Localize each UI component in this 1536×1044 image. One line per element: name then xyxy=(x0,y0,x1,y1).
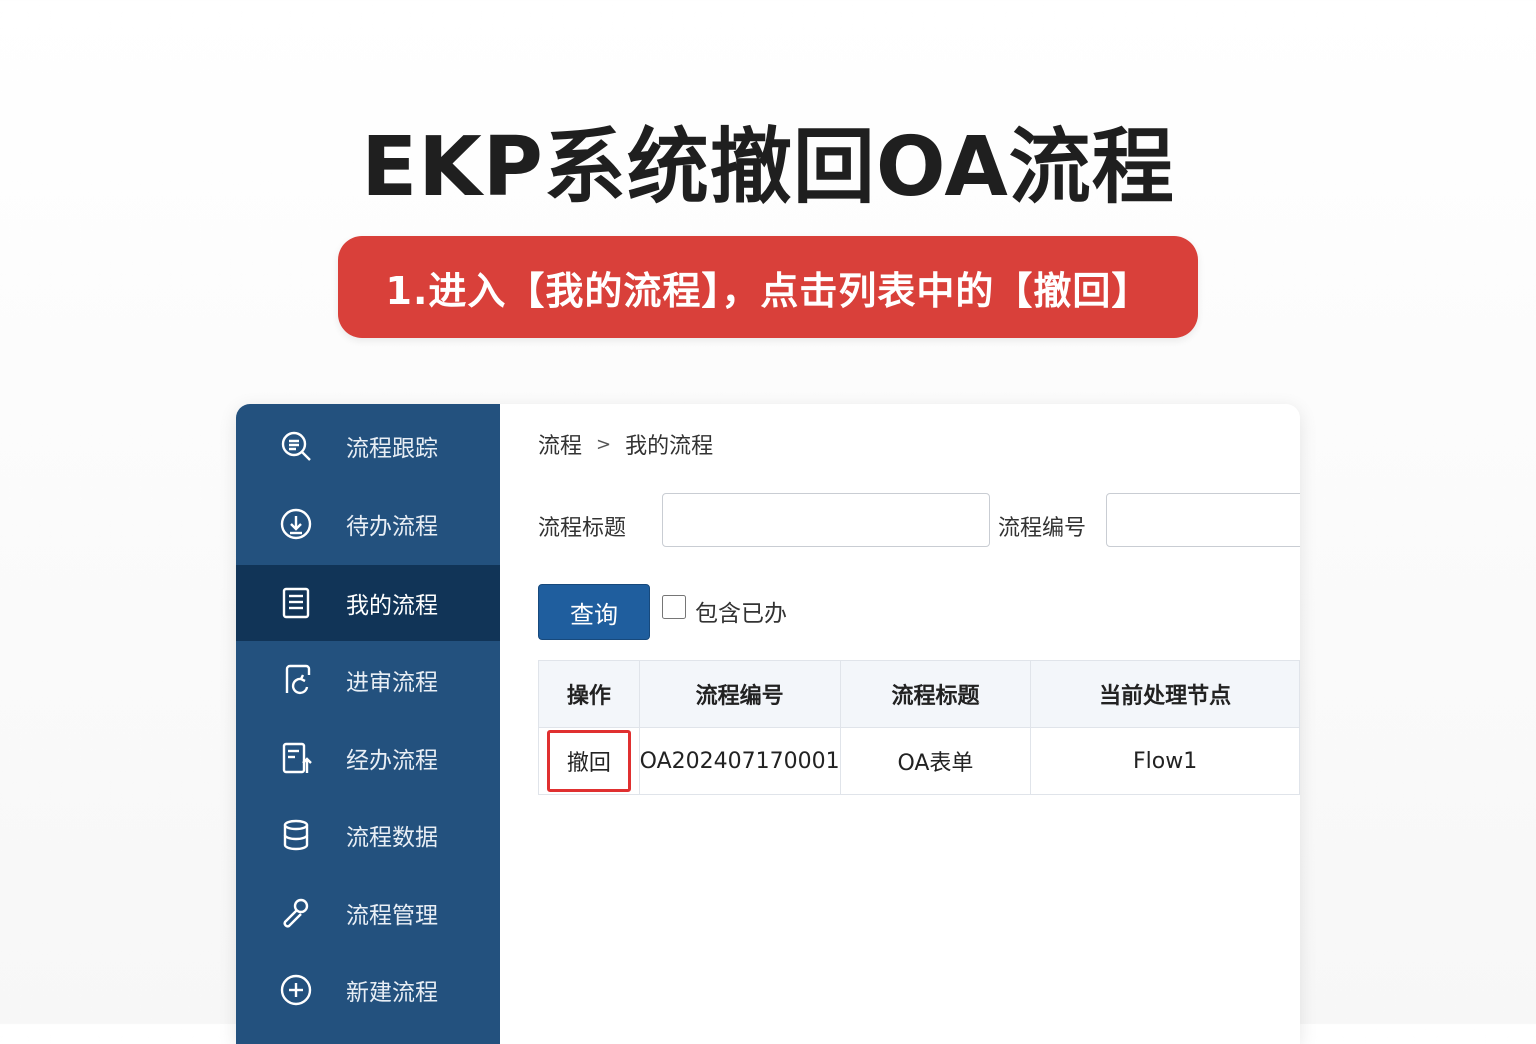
sidebar-item-review[interactable]: 进审流程 xyxy=(236,642,500,718)
upload-doc-icon xyxy=(278,740,314,776)
sidebar-item-label: 进审流程 xyxy=(346,670,438,696)
sidebar-item-tracking[interactable]: 流程跟踪 xyxy=(236,408,500,484)
process-number-cell: OA202407170001 xyxy=(638,727,841,795)
page-title: EKP系统撤回OA流程 xyxy=(361,120,1175,215)
sidebar-item-label: 待办流程 xyxy=(346,514,438,540)
include-done-label: 包含已办 xyxy=(695,601,787,627)
sidebar-item-my-process[interactable]: 我的流程 xyxy=(236,565,500,641)
sidebar-item-pending[interactable]: 待办流程 xyxy=(236,486,500,562)
table-row: 撤回 OA202407170001 OA表单 Flow1 xyxy=(538,727,1300,795)
number-filter-label: 流程编号 xyxy=(998,516,1087,541)
main-panel: 流程 > 我的流程 流程标题 流程编号 查询 包含已办 操作 流程编号 流程标题… xyxy=(500,404,1300,1044)
refresh-doc-icon xyxy=(278,662,314,698)
plus-circle-icon xyxy=(278,972,314,1008)
action-cell: 撤回 xyxy=(538,727,640,795)
breadcrumb-separator: > xyxy=(596,433,612,455)
revoke-button[interactable]: 撤回 xyxy=(546,730,631,792)
column-header-action: 操作 xyxy=(538,660,640,728)
number-filter-input[interactable] xyxy=(1106,493,1300,547)
column-header-number: 流程编号 xyxy=(638,660,841,728)
column-header-title: 流程标题 xyxy=(839,660,1032,728)
breadcrumb-root[interactable]: 流程 xyxy=(538,428,582,460)
step-banner: 1.进入【我的流程】，点击列表中的【撤回】 xyxy=(338,236,1198,338)
sidebar-item-label: 流程跟踪 xyxy=(346,436,438,462)
sidebar-item-label: 流程管理 xyxy=(346,903,438,929)
sidebar-item-data[interactable]: 流程数据 xyxy=(236,797,500,873)
sidebar-item-label: 新建流程 xyxy=(346,980,438,1006)
search-list-icon xyxy=(278,428,314,464)
title-filter-input[interactable] xyxy=(662,493,990,547)
table-header-row: 操作 流程编号 流程标题 当前处理节点 xyxy=(538,660,1300,728)
sidebar-item-handled[interactable]: 经办流程 xyxy=(236,720,500,796)
wrench-icon xyxy=(278,895,314,931)
sidebar-item-label: 流程数据 xyxy=(346,825,438,851)
current-node-cell: Flow1 xyxy=(1030,727,1300,795)
column-header-node: 当前处理节点 xyxy=(1030,660,1300,728)
database-icon xyxy=(278,817,314,853)
process-table: 操作 流程编号 流程标题 当前处理节点 撤回 OA202407170001 OA… xyxy=(538,660,1300,795)
download-circle-icon xyxy=(278,506,314,542)
sidebar-item-management[interactable]: 流程管理 xyxy=(236,875,500,951)
process-title-cell: OA表单 xyxy=(839,727,1032,795)
breadcrumb-current: 我的流程 xyxy=(625,434,714,459)
sidebar: 流程跟踪 待办流程 我的流程 进审流程 经办流程 流程数据 流程管理 新建流程 xyxy=(236,404,500,1044)
document-list-icon xyxy=(278,585,314,621)
sidebar-item-new[interactable]: 新建流程 xyxy=(236,952,500,1028)
app-window: 流程跟踪 待办流程 我的流程 进审流程 经办流程 流程数据 流程管理 新建流程 … xyxy=(236,404,1300,1044)
sidebar-item-label: 我的流程 xyxy=(346,593,438,619)
breadcrumb: 流程 > 我的流程 xyxy=(538,428,713,460)
include-done-checkbox[interactable] xyxy=(662,595,686,619)
title-filter-label: 流程标题 xyxy=(538,516,627,541)
sidebar-item-label: 经办流程 xyxy=(346,748,438,774)
query-button[interactable]: 查询 xyxy=(538,584,650,640)
